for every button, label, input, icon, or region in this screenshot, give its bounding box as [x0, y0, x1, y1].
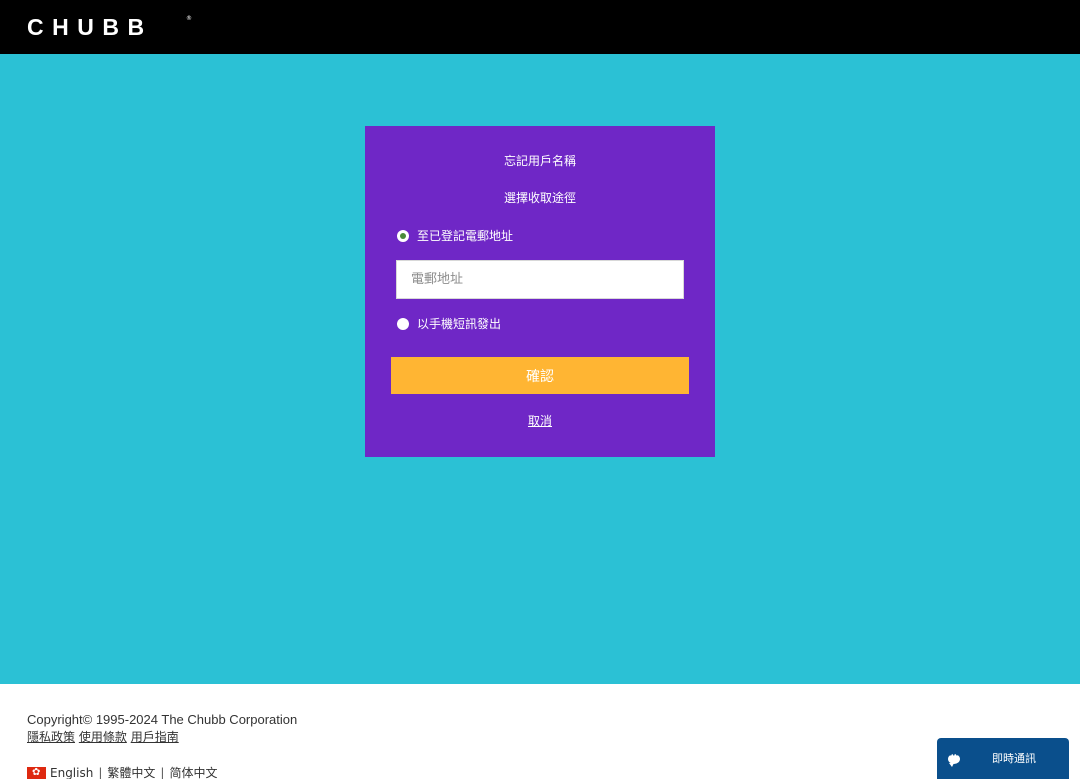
page: CHUBB ® 忘記用戶名稱 選擇收取途徑 至已登記電郵地址 以手機短訊發出 確…: [0, 0, 1080, 779]
option-email-label: 至已登記電郵地址: [417, 229, 514, 243]
lang-separator: |: [98, 766, 103, 779]
email-input[interactable]: [396, 260, 684, 299]
radio-email[interactable]: [397, 230, 409, 242]
option-email[interactable]: 至已登記電郵地址: [397, 228, 513, 244]
option-sms[interactable]: 以手機短訊發出: [397, 316, 501, 332]
main-content: 忘記用戶名稱 選擇收取途徑 至已登記電郵地址 以手機短訊發出 確認 取消: [0, 54, 1080, 684]
live-chat-label: 即時通訊: [992, 751, 1036, 765]
confirm-button[interactable]: 確認: [391, 357, 689, 394]
lang-simplified-chinese[interactable]: 简体中文: [169, 765, 217, 779]
footer-links: 隱私政策 使用條款 用戶指南: [27, 730, 179, 745]
privacy-policy-link[interactable]: 隱私政策: [27, 730, 75, 744]
user-guide-link[interactable]: 用戶指南: [131, 730, 179, 744]
language-selector: English | 繁體中文 | 简体中文: [27, 765, 217, 779]
radio-sms[interactable]: [397, 318, 409, 330]
terms-of-use-link[interactable]: 使用條款: [79, 730, 127, 744]
card-subtitle: 選擇收取途徑: [503, 191, 576, 205]
lang-english[interactable]: English: [50, 765, 93, 779]
forgot-username-card: 忘記用戶名稱 選擇收取途徑 至已登記電郵地址 以手機短訊發出 確認 取消: [365, 126, 715, 457]
registered-mark: ®: [186, 15, 192, 22]
lang-separator: |: [160, 766, 165, 779]
live-chat-button[interactable]: 即時通訊: [937, 738, 1069, 779]
hong-kong-flag-icon: [27, 765, 46, 779]
copyright-text: Copyright© 1995-2024 The Chubb Corporati…: [27, 712, 298, 727]
card-title: 忘記用戶名稱: [503, 154, 576, 168]
header-bar: CHUBB ®: [0, 0, 1080, 54]
lang-traditional-chinese[interactable]: 繁體中文: [107, 765, 155, 779]
option-sms-label: 以手機短訊發出: [417, 317, 502, 331]
chubb-logo[interactable]: CHUBB: [27, 16, 153, 39]
cancel-link[interactable]: 取消: [365, 413, 715, 429]
footer: Copyright© 1995-2024 The Chubb Corporati…: [0, 684, 1080, 779]
chat-bubble-icon: [948, 752, 960, 767]
